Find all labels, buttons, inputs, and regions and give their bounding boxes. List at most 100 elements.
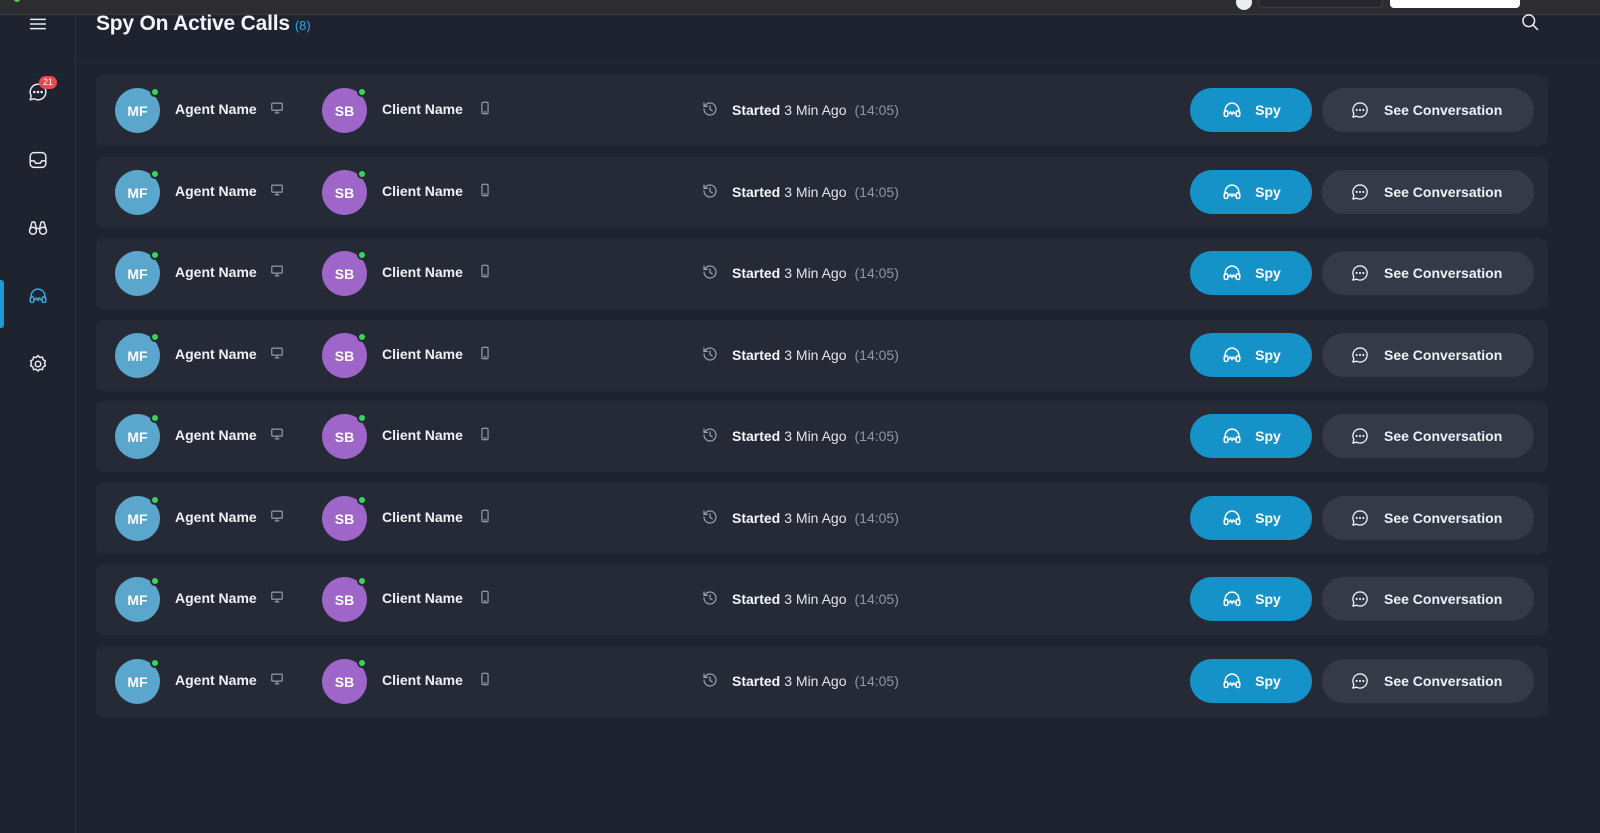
- see-conversation-label: See Conversation: [1384, 673, 1503, 689]
- headset-icon: [1223, 428, 1241, 444]
- client-name: Client Name: [382, 346, 463, 362]
- see-conversation-button[interactable]: See Conversation: [1322, 577, 1534, 621]
- active-calls-count: (8): [294, 18, 311, 33]
- history-icon: [701, 100, 719, 118]
- history-icon: [701, 671, 719, 689]
- client-initials: SB: [334, 591, 355, 608]
- call-started-info: Started 3 Min Ago (14:05): [732, 428, 899, 444]
- see-conversation-label: See Conversation: [1384, 265, 1503, 281]
- spy-button[interactable]: Spy: [1190, 170, 1312, 214]
- agent-initials: MF: [127, 184, 148, 201]
- headset-icon: [29, 288, 47, 304]
- client-avatar: SB: [322, 413, 367, 459]
- online-status-dot: [357, 413, 367, 423]
- online-status-dot: [357, 169, 367, 179]
- see-conversation-button[interactable]: See Conversation: [1322, 414, 1534, 458]
- client-initials: SB: [334, 347, 355, 364]
- see-conversation-button[interactable]: See Conversation: [1322, 333, 1534, 377]
- client-initials: SB: [334, 184, 355, 201]
- started-label: Started: [732, 265, 781, 281]
- agent-avatar: MF: [115, 87, 160, 133]
- agent-avatar: MF: [115, 169, 160, 215]
- call-started-info: Started 3 Min Ago (14:05): [732, 102, 899, 118]
- desktop-icon: [270, 672, 286, 688]
- chat-bubble-icon: [1352, 428, 1368, 444]
- client-name: Client Name: [382, 672, 463, 688]
- see-conversation-button[interactable]: See Conversation: [1322, 496, 1534, 540]
- call-started-info: Started 3 Min Ago (14:05): [732, 673, 899, 689]
- sidebar-item-spy[interactable]: [0, 272, 76, 320]
- chat-bubble-icon: [1352, 184, 1368, 200]
- client-initials: SB: [334, 102, 355, 119]
- see-conversation-button[interactable]: See Conversation: [1322, 88, 1534, 132]
- desktop-icon: [270, 264, 286, 280]
- online-status-dot: [357, 250, 367, 260]
- agent-name: Agent Name: [175, 183, 257, 199]
- spy-button[interactable]: Spy: [1190, 333, 1312, 377]
- avatar[interactable]: [1236, 0, 1252, 10]
- agent-name: Agent Name: [175, 509, 257, 525]
- see-conversation-button[interactable]: See Conversation: [1322, 659, 1534, 703]
- call-row: MF Agent Name SB Client Name Started 3 Mi…: [96, 401, 1548, 472]
- mobile-phone-icon: [478, 101, 494, 117]
- mobile-phone-icon: [478, 346, 494, 362]
- desktop-icon: [270, 590, 286, 606]
- spy-button[interactable]: Spy: [1190, 496, 1312, 540]
- spy-button-label: Spy: [1255, 347, 1281, 363]
- agent-avatar: MF: [115, 413, 160, 459]
- page-header: Spy On Active Calls (8): [96, 12, 311, 42]
- started-label: Started: [732, 673, 781, 689]
- online-status-dot: [357, 576, 367, 586]
- agent-avatar: MF: [115, 658, 160, 704]
- mobile-phone-icon: [478, 427, 494, 443]
- client-avatar: SB: [322, 169, 367, 215]
- client-initials: SB: [334, 428, 355, 445]
- sidebar-item-monitor[interactable]: [0, 204, 76, 252]
- history-icon: [701, 345, 719, 363]
- online-status-dot: [150, 413, 160, 423]
- client-avatar: SB: [322, 250, 367, 296]
- call-row: MF Agent Name SB Client Name Started 3 Mi…: [96, 646, 1548, 717]
- started-ago: 3 Min Ago: [784, 265, 847, 281]
- call-row: MF Agent Name SB Client Name Started 3 Mi…: [96, 564, 1548, 635]
- hamburger-menu-icon[interactable]: [0, 0, 76, 48]
- page-title: Spy On Active Calls: [96, 12, 290, 35]
- online-status-dot: [150, 658, 160, 668]
- chat-bubble-icon: [1352, 673, 1368, 689]
- mobile-phone-icon: [478, 672, 494, 688]
- started-label: Started: [732, 428, 781, 444]
- top-input[interactable]: [1258, 0, 1383, 8]
- started-ago: 3 Min Ago: [784, 184, 847, 200]
- sidebar: 21: [0, 16, 76, 833]
- headset-icon: [1223, 265, 1241, 281]
- call-row: MF Agent Name SB Client Name Started 3 Mi…: [96, 75, 1548, 146]
- mobile-phone-icon: [478, 264, 494, 280]
- desktop-icon: [270, 101, 286, 117]
- spy-button[interactable]: Spy: [1190, 577, 1312, 621]
- see-conversation-button[interactable]: See Conversation: [1322, 251, 1534, 295]
- spy-button[interactable]: Spy: [1190, 414, 1312, 458]
- history-icon: [701, 508, 719, 526]
- see-conversation-button[interactable]: See Conversation: [1322, 170, 1534, 214]
- call-started-info: Started 3 Min Ago (14:05): [732, 184, 899, 200]
- client-name: Client Name: [382, 590, 463, 606]
- agent-initials: MF: [127, 510, 148, 527]
- agent-initials: MF: [127, 673, 148, 690]
- sidebar-item-chats[interactable]: 21: [0, 68, 76, 116]
- started-ago: 3 Min Ago: [784, 510, 847, 526]
- started-label: Started: [732, 591, 781, 607]
- started-label: Started: [732, 102, 781, 118]
- top-button[interactable]: [1390, 0, 1520, 8]
- call-started-info: Started 3 Min Ago (14:05): [732, 265, 899, 281]
- spy-button[interactable]: Spy: [1190, 88, 1312, 132]
- sidebar-item-inbox[interactable]: [0, 136, 76, 184]
- agent-name: Agent Name: [175, 590, 257, 606]
- spy-button[interactable]: Spy: [1190, 251, 1312, 295]
- spy-button[interactable]: Spy: [1190, 659, 1312, 703]
- started-time: (14:05): [854, 591, 899, 607]
- agent-avatar: MF: [115, 250, 160, 296]
- search-button[interactable]: [1520, 12, 1544, 36]
- history-icon: [701, 182, 719, 200]
- sidebar-item-settings[interactable]: [0, 340, 76, 388]
- spy-button-label: Spy: [1255, 184, 1281, 200]
